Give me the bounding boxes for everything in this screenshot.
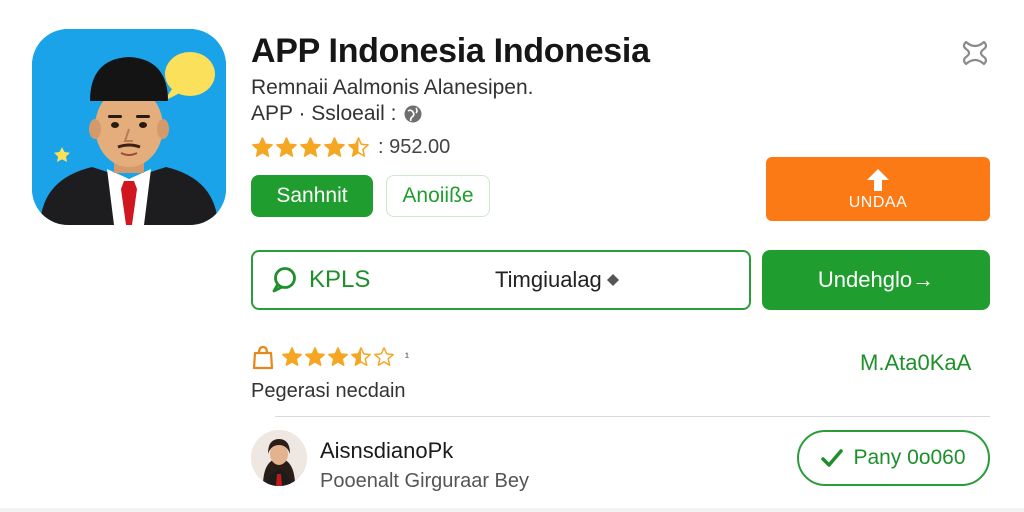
star-icon bbox=[300, 137, 321, 157]
star-icon bbox=[348, 137, 369, 157]
pay-button-label: Pany 0o060 bbox=[853, 446, 966, 469]
diamond-icon bbox=[606, 274, 619, 286]
star-icon bbox=[351, 347, 371, 366]
pay-button[interactable]: Pany 0o060 bbox=[797, 430, 990, 486]
globe-icon bbox=[404, 105, 422, 123]
star-icon bbox=[328, 347, 348, 366]
user-avatar-illustration bbox=[251, 430, 307, 486]
install-button-label: UNDAA bbox=[848, 193, 908, 211]
download-button[interactable]: Undehglo→ bbox=[762, 250, 990, 310]
check-icon bbox=[821, 449, 844, 467]
avatar[interactable] bbox=[251, 430, 307, 486]
bottom-divider bbox=[0, 508, 1024, 512]
star-icon bbox=[282, 347, 302, 366]
user-name: AisnsdianoPk bbox=[320, 438, 454, 463]
review-stars bbox=[281, 346, 395, 368]
primary-chip-button[interactable]: Sanhnit bbox=[251, 175, 373, 217]
review-tag[interactable]: M.Ata0KaA bbox=[860, 350, 971, 376]
app-title: APP Indonesia Indonesia bbox=[251, 32, 650, 70]
review-header: ¹ bbox=[251, 344, 409, 370]
upload-arrow-icon bbox=[867, 168, 889, 191]
app-subtitle: Remnaii Aalmonis Alanesipen. bbox=[251, 76, 534, 99]
app-icon bbox=[32, 29, 226, 225]
app-meta: APP · Ssloeail : bbox=[251, 102, 423, 126]
rating-stars bbox=[251, 136, 370, 159]
shopping-bag-icon bbox=[252, 345, 274, 370]
kpls-value-text: Timgiualag bbox=[495, 267, 602, 292]
review-count: ¹ bbox=[405, 350, 409, 364]
user-description: Pooenalt Girguraar Bey bbox=[320, 470, 530, 492]
app-rating: : 952.00 bbox=[251, 136, 450, 159]
close-icon bbox=[962, 40, 988, 66]
star-icon bbox=[305, 347, 325, 366]
kpls-label: KPLS bbox=[309, 266, 371, 293]
divider bbox=[275, 416, 990, 417]
review-subtitle: Pegerasi necdain bbox=[251, 380, 406, 402]
star-icon bbox=[374, 347, 394, 366]
secondary-chip-button[interactable]: Anoiiße bbox=[386, 175, 490, 217]
close-button[interactable] bbox=[958, 36, 992, 70]
rating-value: : 952.00 bbox=[378, 136, 451, 158]
kpls-value: Timgiualag bbox=[495, 267, 620, 293]
star-icon bbox=[324, 137, 345, 157]
star-icon bbox=[276, 137, 297, 157]
chat-bubble-icon bbox=[272, 267, 296, 293]
app-logo-illustration bbox=[32, 29, 226, 225]
app-meta-text: APP · Ssloeail : bbox=[251, 102, 397, 125]
install-button[interactable]: UNDAA bbox=[766, 157, 990, 221]
kpls-field[interactable]: KPLS Timgiualag bbox=[251, 250, 751, 310]
star-icon bbox=[252, 137, 273, 157]
